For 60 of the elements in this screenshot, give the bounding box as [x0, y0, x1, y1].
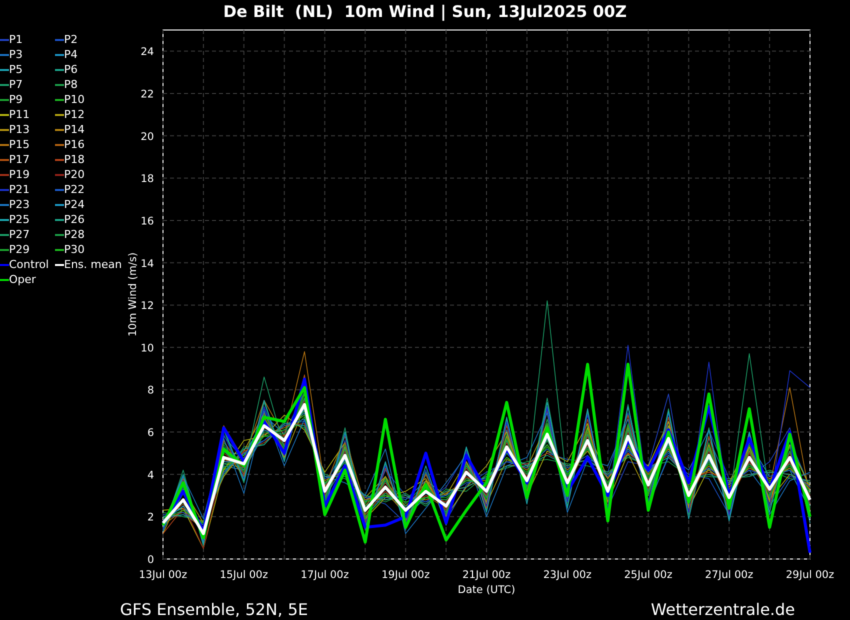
legend-label: P2: [64, 33, 78, 46]
tick-label: 10: [140, 342, 154, 354]
tick-label: 15Jul 00z: [220, 569, 268, 581]
legend-label: Oper: [9, 273, 36, 286]
tick-label: 2: [147, 512, 154, 524]
tick-label: 24: [140, 46, 154, 58]
tick-label: 13Jul 00z: [138, 569, 188, 581]
legend-label: P27: [9, 228, 30, 241]
tick-label: 18: [140, 173, 154, 186]
chart-title: De Bilt (NL) 10m Wind | Sun, 13Jul2025 00Z: [222, 1, 628, 23]
legend-label: P15: [9, 138, 30, 151]
legend-label: P23: [9, 198, 30, 211]
legend-label: Ens. mean: [64, 258, 122, 271]
tick-label: 16: [140, 215, 154, 228]
tick-label: 19Jul 00z: [382, 569, 430, 581]
tick-label: 8: [147, 384, 154, 397]
tick-label: 25Jul 00z: [624, 569, 672, 581]
legend-label: P14: [64, 123, 85, 136]
legend-label: P5: [9, 63, 23, 76]
legend-label: P24: [64, 198, 85, 211]
legend-label: P8: [64, 78, 78, 91]
tick-label: 20: [140, 130, 154, 143]
model-caption: GFS Ensemble, 52N, 5E: [120, 600, 308, 618]
legend-label: P1: [9, 33, 23, 46]
legend-label: P19: [9, 168, 30, 181]
site-caption: Wetterzentrale.de: [650, 600, 795, 618]
legend-label: P13: [9, 123, 30, 136]
legend-label: P18: [64, 153, 85, 166]
axis-title: 10m Wind (m/s): [127, 252, 139, 337]
legend-label: Control: [9, 258, 49, 271]
tick-label: 12: [140, 300, 154, 312]
tick-label: 29Jul 00z: [786, 569, 834, 581]
legend-label: P4: [64, 48, 78, 61]
legend-label: P25: [9, 213, 30, 226]
legend-label: P16: [64, 138, 85, 151]
legend-label: P12: [64, 108, 85, 121]
tick-label: 22: [140, 88, 154, 100]
legend-label: P29: [9, 243, 30, 256]
tick-label: 14: [140, 258, 154, 270]
tick-label: 21Jul 00z: [462, 569, 511, 581]
legend-label: P6: [64, 63, 78, 76]
legend-label: P11: [9, 108, 30, 121]
tick-label: 27Jul 00z: [705, 569, 754, 581]
tick-label: 23Jul 00z: [543, 569, 592, 581]
legend-label: P22: [64, 183, 85, 196]
tick-label: 0: [147, 554, 154, 566]
legend-label: P7: [9, 78, 23, 91]
legend-label: P30: [64, 243, 85, 256]
tick-label: 17Jul 00z: [300, 569, 349, 581]
legend-label: P3: [9, 48, 23, 61]
axis-title: Date (UTC): [458, 584, 516, 596]
legend-label: P28: [64, 228, 85, 241]
legend-label: P26: [64, 213, 85, 226]
legend-label: P21: [9, 183, 30, 196]
legend-label: P10: [64, 93, 85, 106]
tick-label: 4: [147, 469, 154, 482]
tick-label: 6: [147, 427, 154, 440]
legend-label: P17: [9, 153, 30, 166]
legend-label: P9: [9, 93, 23, 106]
legend-label: P20: [64, 168, 85, 181]
